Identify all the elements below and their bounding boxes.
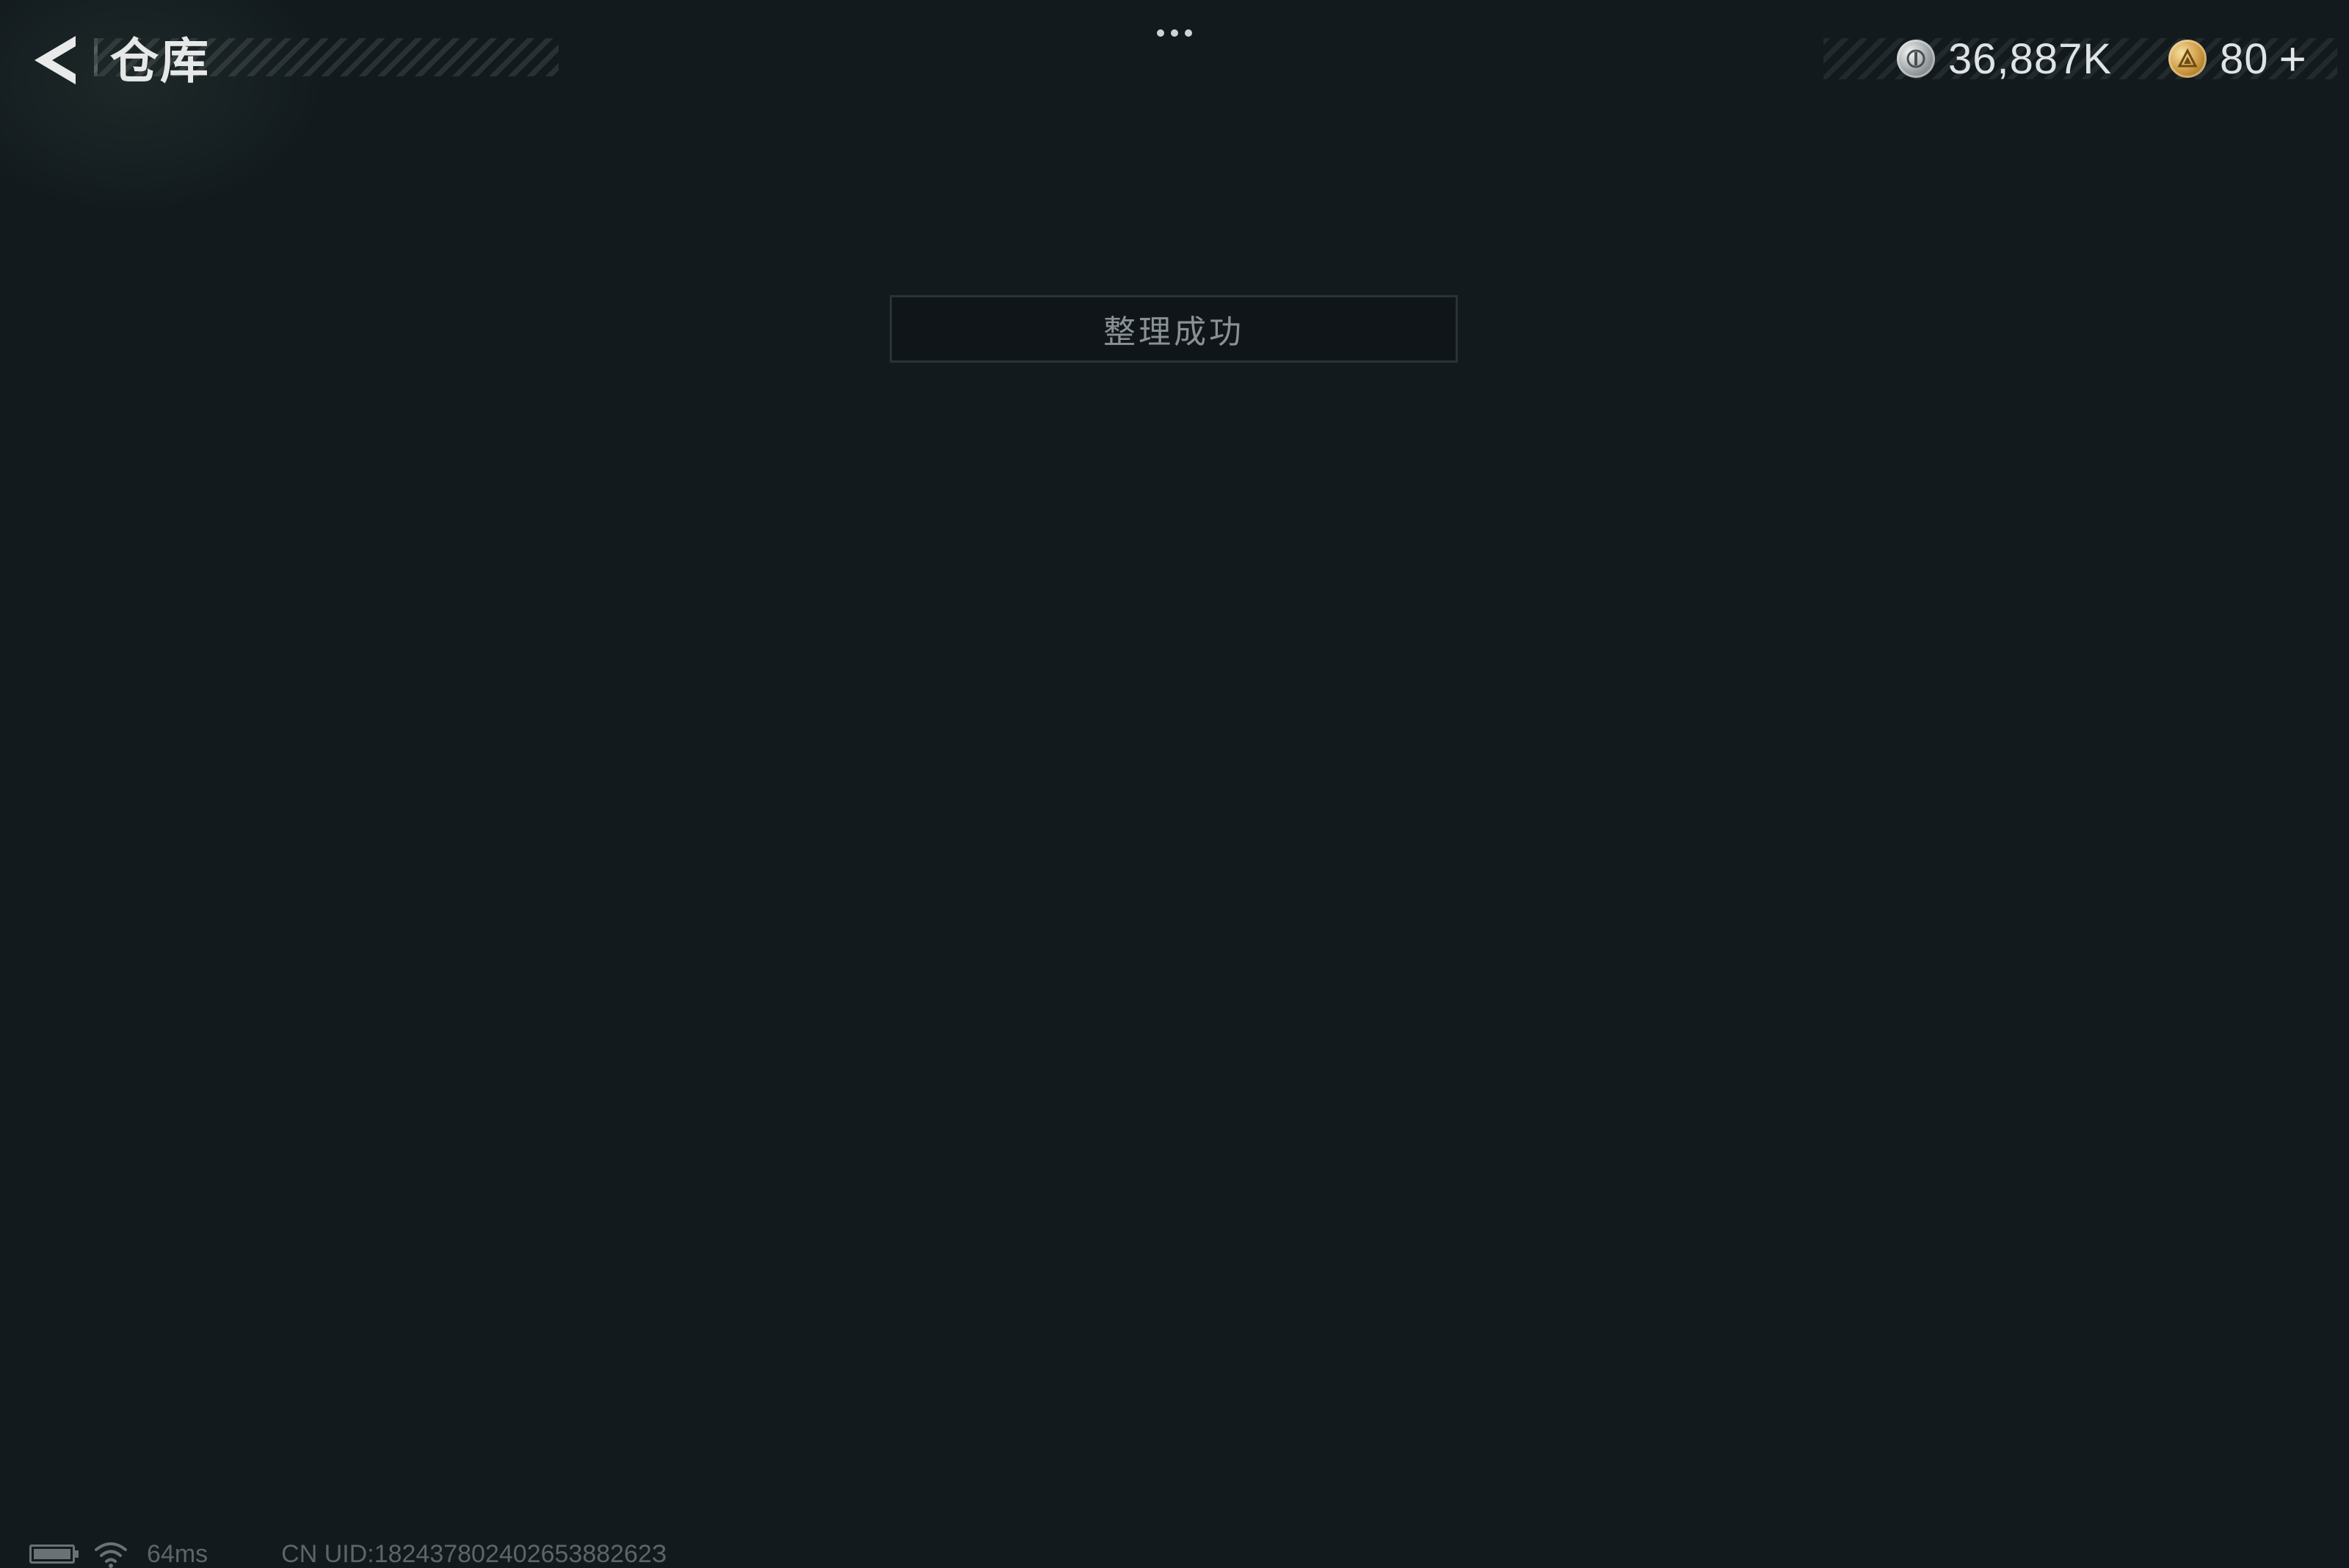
gold-currency: 80 + [2168, 28, 2307, 90]
toast-message: 整理成功 [890, 295, 1458, 363]
silver-currency: 36,887K [1897, 28, 2112, 90]
add-gold-button[interactable]: + [2279, 35, 2307, 82]
gold-amount: 80 [2220, 35, 2269, 83]
back-button[interactable] [22, 29, 88, 91]
silver-coin-icon [1897, 40, 1935, 78]
uid-text: CN UID:18243780240265388262З [281, 1539, 667, 1568]
warehouse-screen: 仓库 36,887K 80 + 整理成功 64ms CN UID:1824378… [0, 0, 2349, 1568]
silver-amount: 36,887K [1948, 35, 2113, 83]
battery-icon [29, 1545, 79, 1564]
ellipsis-icon [1157, 29, 1164, 37]
status-bar: 64ms CN UID:18243780240265388262З [29, 1536, 667, 1568]
latency-text: 64ms [147, 1539, 208, 1568]
page-title: 仓库 [110, 34, 210, 88]
wifi-icon [95, 1542, 127, 1568]
back-arrow-icon [35, 36, 76, 84]
gold-coin-icon [2168, 40, 2207, 78]
more-menu-button[interactable] [1145, 22, 1204, 44]
